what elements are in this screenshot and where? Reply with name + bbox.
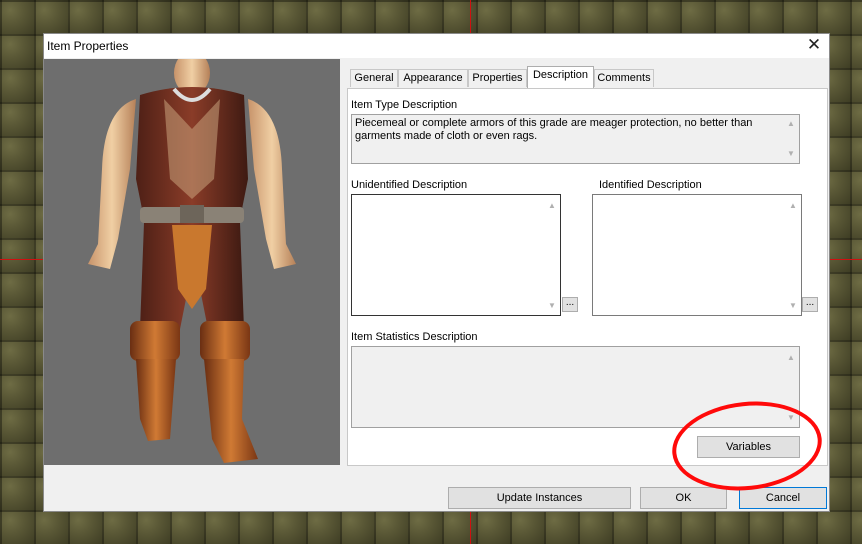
item-properties-dialog: Item Properties ✕ General Appearance Pro… bbox=[43, 33, 830, 512]
armored-character-image bbox=[88, 59, 296, 463]
tab-description[interactable]: Description bbox=[527, 66, 594, 88]
tab-comments[interactable]: Comments bbox=[594, 69, 654, 87]
unidentified-description-field[interactable]: ▲ ▼ bbox=[351, 194, 561, 316]
title-bar: Item Properties ✕ bbox=[44, 34, 829, 58]
tab-general[interactable]: General bbox=[350, 69, 398, 87]
update-instances-button[interactable]: Update Instances bbox=[448, 487, 631, 509]
dialog-title: Item Properties bbox=[47, 39, 129, 53]
tab-appearance[interactable]: Appearance bbox=[398, 69, 468, 87]
identified-edit-button[interactable]: ... bbox=[802, 297, 818, 312]
unidentified-edit-button[interactable]: ... bbox=[562, 297, 578, 312]
item-statistics-description-field[interactable]: ▲ ▼ bbox=[351, 346, 800, 428]
crosshair-line-top bbox=[470, 0, 471, 33]
tab-properties[interactable]: Properties bbox=[468, 69, 527, 87]
identified-description-field[interactable]: ▲ ▼ bbox=[592, 194, 802, 316]
scroll-up-icon[interactable]: ▲ bbox=[787, 201, 799, 211]
scroll-down-icon[interactable]: ▼ bbox=[785, 413, 797, 423]
scroll-up-icon[interactable]: ▲ bbox=[785, 353, 797, 363]
unidentified-label: Unidentified Description bbox=[351, 179, 468, 191]
crosshair-line-right bbox=[830, 259, 862, 260]
model-preview[interactable] bbox=[44, 59, 340, 465]
statistics-label: Item Statistics Description bbox=[351, 331, 478, 343]
cancel-button[interactable]: Cancel bbox=[739, 487, 827, 509]
identified-label: Identified Description bbox=[599, 179, 702, 191]
scroll-down-icon[interactable]: ▼ bbox=[787, 301, 799, 311]
close-icon[interactable]: ✕ bbox=[805, 36, 823, 54]
scroll-down-icon[interactable]: ▼ bbox=[546, 301, 558, 311]
scroll-down-icon[interactable]: ▼ bbox=[785, 149, 797, 159]
item-type-label: Item Type Description bbox=[351, 99, 458, 111]
item-type-description-field[interactable]: Piecemeal or complete armors of this gra… bbox=[351, 114, 800, 164]
crosshair-line-bottom bbox=[470, 512, 471, 544]
item-type-description-text: Piecemeal or complete armors of this gra… bbox=[355, 117, 753, 142]
crosshair-line-left bbox=[0, 259, 43, 260]
scroll-up-icon[interactable]: ▲ bbox=[546, 201, 558, 211]
ok-button[interactable]: OK bbox=[640, 487, 727, 509]
variables-button[interactable]: Variables bbox=[697, 436, 800, 458]
scroll-up-icon[interactable]: ▲ bbox=[785, 119, 797, 129]
